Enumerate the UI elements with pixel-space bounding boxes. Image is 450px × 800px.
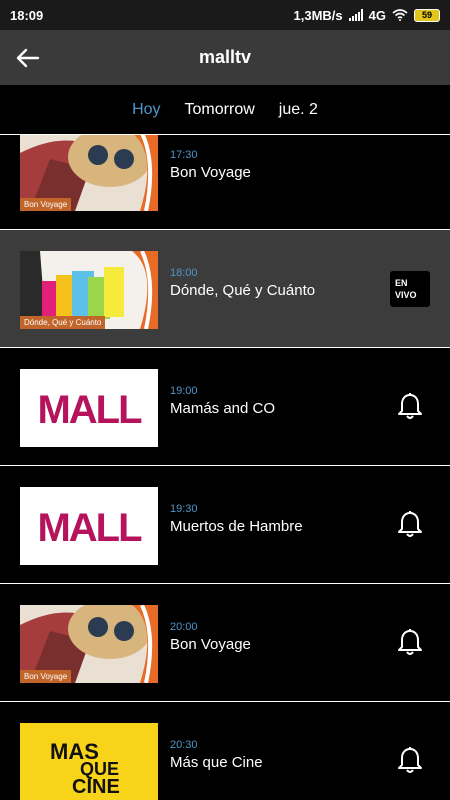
network-speed: 1,3MB/s xyxy=(293,7,343,23)
tab-tomorrow[interactable]: Tomorrow xyxy=(185,101,255,119)
thumbnail-caption: Bon Voyage xyxy=(20,670,72,683)
program-title: Muertos de Hambre xyxy=(170,518,303,535)
status-icons: 1,3MB/s 4G 59 xyxy=(294,8,440,23)
logo-word: CINE xyxy=(72,776,120,798)
program-time: 19:30 xyxy=(170,503,198,515)
mall-logo-text: MALL xyxy=(37,388,142,432)
day-tabs: Hoy Tomorrow jue. 2 xyxy=(0,85,450,135)
program-thumbnail: MAS QUE CINE xyxy=(20,723,158,800)
program-time: 17:30 xyxy=(170,149,198,161)
tab-hoy[interactable]: Hoy xyxy=(132,101,160,119)
program-title: Mamás and CO xyxy=(170,400,276,417)
program-title: Dónde, Qué y Cuánto xyxy=(170,282,316,299)
bell-icon[interactable] xyxy=(397,746,423,774)
wifi-icon xyxy=(392,9,408,21)
program-time: 19:00 xyxy=(170,385,198,397)
status-time: 18:09 xyxy=(10,7,44,23)
mas-que-cine-logo: MAS QUE CINE xyxy=(20,723,158,800)
tab-jue-2[interactable]: jue. 2 xyxy=(279,101,318,119)
bell-icon[interactable] xyxy=(397,628,423,656)
program-list: Bon Voyage 17:30 Bon Voyage Dónde, Qué y… xyxy=(0,135,450,800)
program-thumbnail: MALL xyxy=(20,487,158,565)
mall-logo: MALL xyxy=(20,487,158,565)
program-time: 20:30 xyxy=(170,739,198,751)
app-bar: malltv xyxy=(0,30,450,85)
bell-icon[interactable] xyxy=(397,392,423,420)
program-row[interactable]: MALL 19:00 Mamás and CO xyxy=(0,348,450,466)
program-row[interactable]: Bon Voyage 17:30 Bon Voyage xyxy=(0,135,450,230)
live-badge-line2: VIVO xyxy=(395,290,417,300)
arrow-left-icon xyxy=(16,48,40,68)
program-time: 18:00 xyxy=(170,267,198,279)
program-row-live[interactable]: Dónde, Qué y Cuánto 18:00 Dónde, Qué y C… xyxy=(0,230,450,348)
mall-logo: MALL xyxy=(20,369,158,447)
program-thumbnail: Bon Voyage xyxy=(20,605,158,683)
program-row[interactable]: Bon Voyage 20:00 Bon Voyage xyxy=(0,584,450,702)
thumbnail-caption: Bon Voyage xyxy=(20,198,72,211)
bell-icon[interactable] xyxy=(397,510,423,538)
program-time: 20:00 xyxy=(170,621,198,633)
battery-icon: 59 xyxy=(414,8,440,22)
thumbnail-caption: Dónde, Qué y Cuánto xyxy=(20,316,106,329)
signal-icon xyxy=(348,9,363,21)
page-title: malltv xyxy=(198,47,252,67)
status-bar: 18:09 1,3MB/s 4G 59 xyxy=(0,0,450,30)
program-row[interactable]: MALL 19:30 Muertos de Hambre xyxy=(0,466,450,584)
program-thumbnail: Bon Voyage xyxy=(20,135,158,211)
program-thumbnail: Dónde, Qué y Cuánto xyxy=(20,251,158,329)
live-badge-line1: EN xyxy=(395,278,408,288)
network-type: 4G xyxy=(368,7,386,23)
program-thumbnail: MALL xyxy=(20,369,158,447)
program-row[interactable]: MAS QUE CINE 20:30 Más que Cine xyxy=(0,702,450,800)
back-button[interactable] xyxy=(12,42,44,74)
program-title: Bon Voyage xyxy=(170,164,251,181)
program-title: Bon Voyage xyxy=(170,636,251,653)
mall-logo-text: MALL xyxy=(37,506,142,550)
live-badge: EN VIVO xyxy=(390,271,430,307)
program-title: Más que Cine xyxy=(170,754,263,771)
